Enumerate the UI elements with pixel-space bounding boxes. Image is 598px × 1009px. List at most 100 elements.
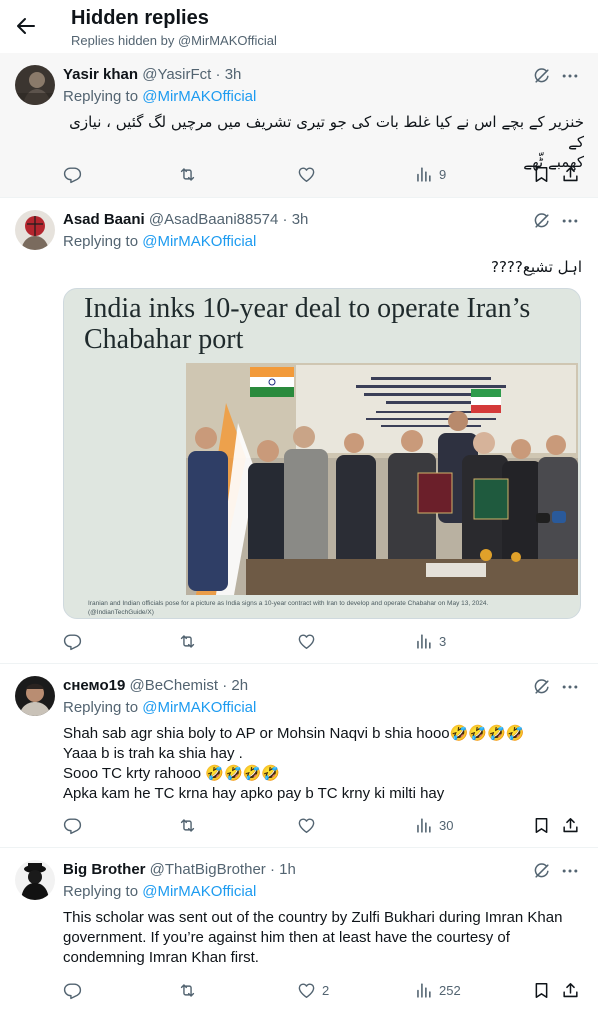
reply-bubble-icon (63, 632, 82, 651)
views-button[interactable]: 252 (414, 979, 461, 1001)
signing-photo (186, 363, 578, 595)
more-button[interactable] (558, 211, 582, 231)
separator-dot: · (282, 211, 292, 228)
like-button[interactable] (297, 163, 322, 185)
user-name[interactable]: снемо19 (63, 677, 125, 694)
user-name[interactable]: Asad Baani (63, 211, 145, 228)
user-handle[interactable]: @BeChemist (129, 677, 218, 694)
reply-bubble-icon (63, 981, 82, 1000)
like-button[interactable] (297, 814, 322, 836)
user-handle[interactable]: @ThatBigBrother (150, 861, 266, 878)
bookmark-button[interactable] (532, 814, 551, 836)
grok-button[interactable] (532, 66, 552, 86)
more-button[interactable] (558, 861, 582, 881)
repost-button[interactable] (178, 630, 203, 652)
user-name[interactable]: Big Brother (63, 861, 146, 878)
mention-link[interactable]: @MirMAKOfficial (142, 883, 256, 900)
post[interactable]: Asad Baani @AsadBaani88574 · 3h Replying… (0, 198, 598, 664)
views-button[interactable]: 3 (414, 630, 446, 652)
post-time[interactable]: 3h (225, 66, 242, 83)
post[interactable]: Yasir khan @YasirFct · 3h Replying to @M… (0, 53, 598, 198)
share-icon (561, 165, 580, 184)
avatar[interactable] (15, 676, 55, 716)
arrow-left-icon (17, 18, 35, 34)
share-icon (561, 981, 580, 1000)
views-bars-icon (414, 632, 433, 651)
avatar[interactable] (15, 210, 55, 250)
action-bar: 30 (63, 814, 582, 836)
reply-button[interactable] (63, 979, 88, 1001)
like-button[interactable] (297, 630, 322, 652)
page-subtitle: Replies hidden by @MirMAKOfficial (71, 33, 277, 48)
share-icon (561, 816, 580, 835)
mention-link[interactable]: @MirMAKOfficial (142, 88, 256, 105)
separator-dot: · (215, 66, 225, 83)
bookmark-icon (532, 816, 551, 835)
like-button[interactable]: 2 (297, 979, 329, 1001)
more-button[interactable] (558, 66, 582, 86)
user-handle[interactable]: @YasirFct (142, 66, 211, 83)
user-line: Asad Baani @AsadBaani88574 · 3h (63, 211, 598, 231)
heart-icon (297, 632, 316, 651)
heart-icon (297, 981, 316, 1000)
share-button[interactable] (561, 163, 580, 185)
grok-icon (532, 66, 552, 86)
user-handle[interactable]: @AsadBaani88574 (149, 211, 279, 228)
post-text-line: خنزیر کے بچے اس نے کیا غلط بات کی جو تیر… (69, 113, 584, 151)
action-bar: 2 252 (63, 979, 582, 1001)
post-time[interactable]: 2h (231, 677, 248, 694)
post-text-line: Apka kam he TC krna hay apko pay b TC kr… (63, 785, 445, 802)
repost-button[interactable] (178, 163, 203, 185)
user-name[interactable]: Yasir khan (63, 66, 138, 83)
views-button[interactable]: 30 (414, 814, 453, 836)
repost-button[interactable] (178, 979, 203, 1001)
replying-to: Replying to @MirMAKOfficial (63, 88, 257, 105)
user-line: снемо19 @BeChemist · 2h (63, 677, 598, 697)
bookmark-icon (532, 165, 551, 184)
views-bars-icon (414, 981, 433, 1000)
repost-button[interactable] (178, 814, 203, 836)
grok-icon (532, 211, 552, 231)
post-time[interactable]: 1h (279, 861, 296, 878)
share-button[interactable] (561, 979, 580, 1001)
reply-button[interactable] (63, 814, 88, 836)
replying-to: Replying to @MirMAKOfficial (63, 233, 257, 250)
avatar[interactable] (15, 860, 55, 900)
mention-link[interactable]: @MirMAKOfficial (142, 233, 256, 250)
more-button[interactable] (558, 677, 582, 697)
repost-arrows-icon (178, 981, 197, 1000)
like-count: 2 (322, 982, 330, 998)
reply-button[interactable] (63, 163, 88, 185)
user-line: Big Brother @ThatBigBrother · 1h (63, 861, 598, 881)
user-line: Yasir khan @YasirFct · 3h (63, 66, 598, 86)
more-dots-icon (558, 211, 582, 231)
mention-link[interactable]: @MirMAKOfficial (142, 699, 256, 716)
post-text-line: government. If you’re against him then a… (63, 929, 510, 946)
page-title: Hidden replies (71, 7, 209, 29)
bookmark-button[interactable] (532, 979, 551, 1001)
post[interactable]: снемо19 @BeChemist · 2h Replying to @Mir… (0, 664, 598, 848)
more-dots-icon (558, 677, 582, 697)
back-button[interactable] (14, 14, 38, 38)
bookmark-button[interactable] (532, 163, 551, 185)
media-image[interactable]: India inks 10-year deal to operate Iran’… (63, 288, 581, 619)
view-count: 3 (439, 633, 447, 649)
views-button[interactable]: 9 (414, 163, 446, 185)
view-count: 9 (439, 166, 447, 182)
replying-to: Replying to @MirMAKOfficial (63, 699, 257, 716)
post-text: اہل تشیع???? (63, 257, 582, 277)
avatar[interactable] (15, 65, 55, 105)
repost-arrows-icon (178, 816, 197, 835)
image-caption: Iranian and Indian officials pose for a … (88, 600, 489, 616)
image-headline: India inks 10-year deal to operate Iran’… (84, 293, 531, 355)
post-text-line: condemning Imran Khan first. (63, 949, 259, 966)
share-button[interactable] (561, 814, 580, 836)
reply-button[interactable] (63, 630, 88, 652)
grok-button[interactable] (532, 861, 552, 881)
grok-button[interactable] (532, 211, 552, 231)
post-time[interactable]: 3h (292, 211, 309, 228)
reply-bubble-icon (63, 165, 82, 184)
grok-button[interactable] (532, 677, 552, 697)
more-dots-icon (558, 66, 582, 86)
post[interactable]: Big Brother @ThatBigBrother · 1h Replyin… (0, 848, 598, 1009)
